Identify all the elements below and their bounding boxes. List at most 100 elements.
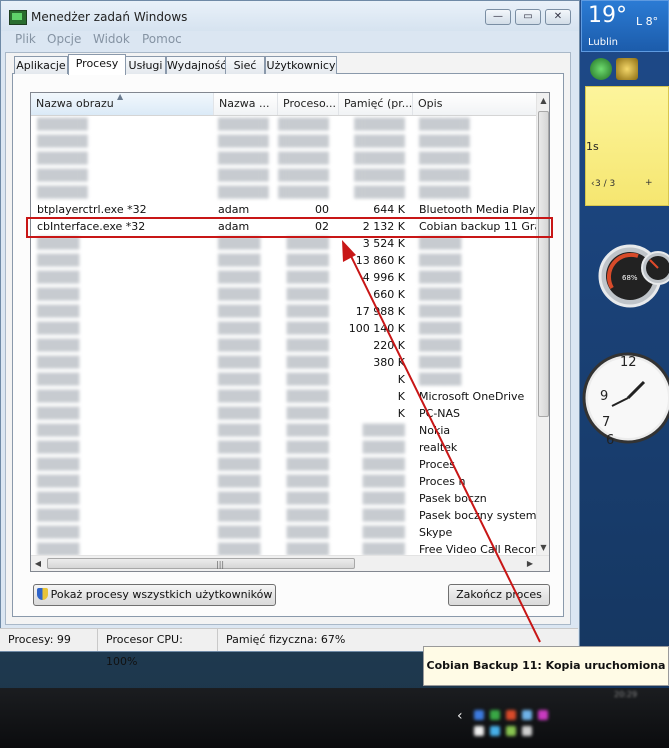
table-row[interactable]: █████ █████ █████ 660 K █████	[31, 286, 537, 303]
table-row[interactable]: █████ █████ █████ 17 988 K █████	[31, 303, 537, 320]
notes-page: 3 / 3	[595, 179, 616, 189]
table-row[interactable]: █████ █████ █████ █████ Proces h	[31, 473, 537, 490]
column-header-description[interactable]: Opis	[413, 93, 537, 115]
table-cell-redacted: █████	[419, 356, 462, 369]
table-row[interactable]: █████ █████ █████ █████ Pasek boczny systemu…	[31, 507, 537, 524]
horizontal-scrollbar[interactable]: ◀ ||| ▶	[31, 555, 549, 571]
tab-procesy[interactable]: Procesy	[68, 54, 126, 75]
table-cell-redacted: ██████	[218, 118, 269, 131]
tray-icon[interactable]	[490, 710, 500, 720]
table-row[interactable]: █████ █████ █████ █████ Nokia	[31, 422, 537, 439]
tray-icon[interactable]	[474, 710, 484, 720]
table-cell-redacted: ██████	[218, 169, 269, 182]
tray-icon[interactable]	[506, 710, 516, 720]
table-row[interactable]: █████ █████ █████ 13 860 K █████	[31, 252, 537, 269]
table-cell-desc: Nokia	[419, 424, 451, 437]
table-cell-redacted: █████	[37, 305, 80, 318]
table-cell-redacted: █████	[286, 458, 329, 471]
close-button[interactable]: ✕	[545, 9, 571, 25]
table-row[interactable]: █████ █████ █████ 220 K █████	[31, 337, 537, 354]
menu-opcje[interactable]: Opcje	[47, 32, 81, 46]
table-cell-redacted: █████	[286, 492, 329, 505]
tab-uzytkownicy[interactable]: Użytkownicy	[265, 56, 337, 74]
table-row[interactable]: █████ █████ █████ K █████	[31, 371, 537, 388]
table-cell-redacted: █████	[218, 254, 261, 267]
table-cell-redacted: █████	[286, 407, 329, 420]
table-cell-redacted: ██████	[354, 186, 405, 199]
table-cell-redacted: █████	[218, 441, 261, 454]
horizontal-scroll-thumb[interactable]: |||	[47, 558, 355, 569]
table-row[interactable]: █████ █████ █████ █████ Skype	[31, 524, 537, 541]
table-cell-desc: Skype	[419, 526, 453, 539]
table-cell-redacted: █████	[218, 475, 261, 488]
table-row[interactable]: ██████ ██████ ██████ ██████ ██████	[31, 167, 537, 184]
table-row[interactable]: █████ █████ █████ █████ realtek	[31, 439, 537, 456]
tab-uslugi[interactable]: Usługi	[125, 56, 166, 74]
table-cell-redacted: █████	[362, 458, 405, 471]
tray-icon[interactable]	[474, 726, 484, 736]
table-row[interactable]: ██████ ██████ ██████ ██████ ██████	[31, 133, 537, 150]
table-row[interactable]: ██████ ██████ ██████ ██████ ██████	[31, 184, 537, 201]
show-all-processes-button[interactable]: Pokaż procesy wszystkich użytkowników	[33, 584, 276, 606]
tray-chevron-icon[interactable]: ‹	[457, 708, 463, 724]
tray-icon[interactable]	[522, 726, 532, 736]
table-row[interactable]: █████ █████ █████ 380 K █████	[31, 354, 537, 371]
maximize-button[interactable]: ▭	[515, 9, 541, 25]
tray-icon[interactable]	[506, 726, 516, 736]
taskbar-clock[interactable]: 20:29	[614, 690, 669, 740]
table-row[interactable]: ██████ ██████ ██████ ██████ ██████	[31, 150, 537, 167]
scroll-down-icon[interactable]: ▼	[537, 540, 549, 555]
table-row[interactable]: █████ █████ █████ 4 996 K █████	[31, 269, 537, 286]
minimize-button[interactable]: —	[485, 9, 511, 25]
table-cell-redacted: █████	[218, 288, 261, 301]
notification-balloon[interactable]: Cobian Backup 11: Kopia uruchomiona	[423, 646, 669, 686]
table-cell-redacted: █████	[37, 288, 80, 301]
vertical-scroll-thumb[interactable]	[538, 111, 549, 417]
cpu-meter-gadget[interactable]: 68%	[598, 228, 669, 320]
column-header-user-name[interactable]: Nazwa ...	[214, 93, 278, 115]
title-bar[interactable]: Menedżer zadań Windows — ▭ ✕	[1, 1, 579, 31]
menu-pomoc[interactable]: Pomoc	[142, 32, 182, 46]
table-cell-mem: 4 996 K	[362, 271, 405, 284]
scroll-left-icon[interactable]: ◀	[31, 556, 45, 571]
table-row[interactable]: █████ █████ █████ K Microsoft OneDrive	[31, 388, 537, 405]
column-header-cpu[interactable]: Proceso...	[278, 93, 339, 115]
column-header-memory[interactable]: Pamięć (pr...	[339, 93, 413, 115]
table-cell-redacted: █████	[286, 271, 329, 284]
table-row[interactable]: █████ █████ █████ █████ Proces	[31, 456, 537, 473]
table-row[interactable]: █████ █████ █████ K PC-NAS	[31, 405, 537, 422]
vertical-scrollbar[interactable]: ▲ ▼	[536, 93, 549, 555]
tab-siec[interactable]: Sieć	[225, 56, 265, 74]
table-cell-redacted: ██████	[218, 152, 269, 165]
process-list[interactable]: ▲ Nazwa obrazu Nazwa ... Proceso... Pami…	[30, 92, 550, 572]
end-process-button[interactable]: Zakończ proces	[448, 584, 550, 606]
table-row[interactable]: █████ █████ █████ 100 140 K █████	[31, 320, 537, 337]
table-cell-redacted: █████	[419, 339, 462, 352]
triangle-icon[interactable]	[616, 58, 638, 80]
scroll-up-icon[interactable]: ▲	[537, 93, 549, 108]
menu-widok[interactable]: Widok	[93, 32, 130, 46]
tray-icon[interactable]	[538, 710, 548, 720]
clock-gadget[interactable]: 12 9 7 6	[582, 338, 669, 456]
tray-icon[interactable]	[490, 726, 500, 736]
scroll-right-icon[interactable]: ▶	[523, 556, 537, 571]
table-cell-desc: realtek	[419, 441, 458, 454]
table-cell-redacted: █████	[286, 424, 329, 437]
table-cell-redacted: █████	[286, 526, 329, 539]
tab-aplikacje[interactable]: Aplikacje	[14, 56, 68, 74]
weather-gadget[interactable]: 19° L 8° Lublin	[581, 0, 669, 52]
notes-add-icon[interactable]: +	[645, 178, 653, 188]
globe-icon[interactable]	[590, 58, 612, 80]
table-cell-mem: 644 K	[373, 203, 405, 216]
table-cell-mem: 100 140 K	[348, 322, 405, 335]
notes-navigation: ‹ 3 / 3 +	[585, 178, 669, 192]
table-cell-redacted: █████	[37, 373, 80, 386]
menu-plik[interactable]: Plik	[15, 32, 36, 46]
tab-wydajnosc[interactable]: Wydajność	[166, 56, 226, 74]
table-row[interactable]: █████ █████ █████ █████ Pasek boczn	[31, 490, 537, 507]
column-header-image-name[interactable]: ▲ Nazwa obrazu	[31, 93, 214, 115]
tray-icon[interactable]	[522, 710, 532, 720]
table-row[interactable]: ██████ ██████ ██████ ██████ ██████	[31, 116, 537, 133]
table-cell-desc: Bluetooth Media Player	[419, 203, 537, 216]
table-row[interactable]: btplayerctrl.exe *32 adam 00 644 K Bluetooth…	[31, 201, 537, 218]
